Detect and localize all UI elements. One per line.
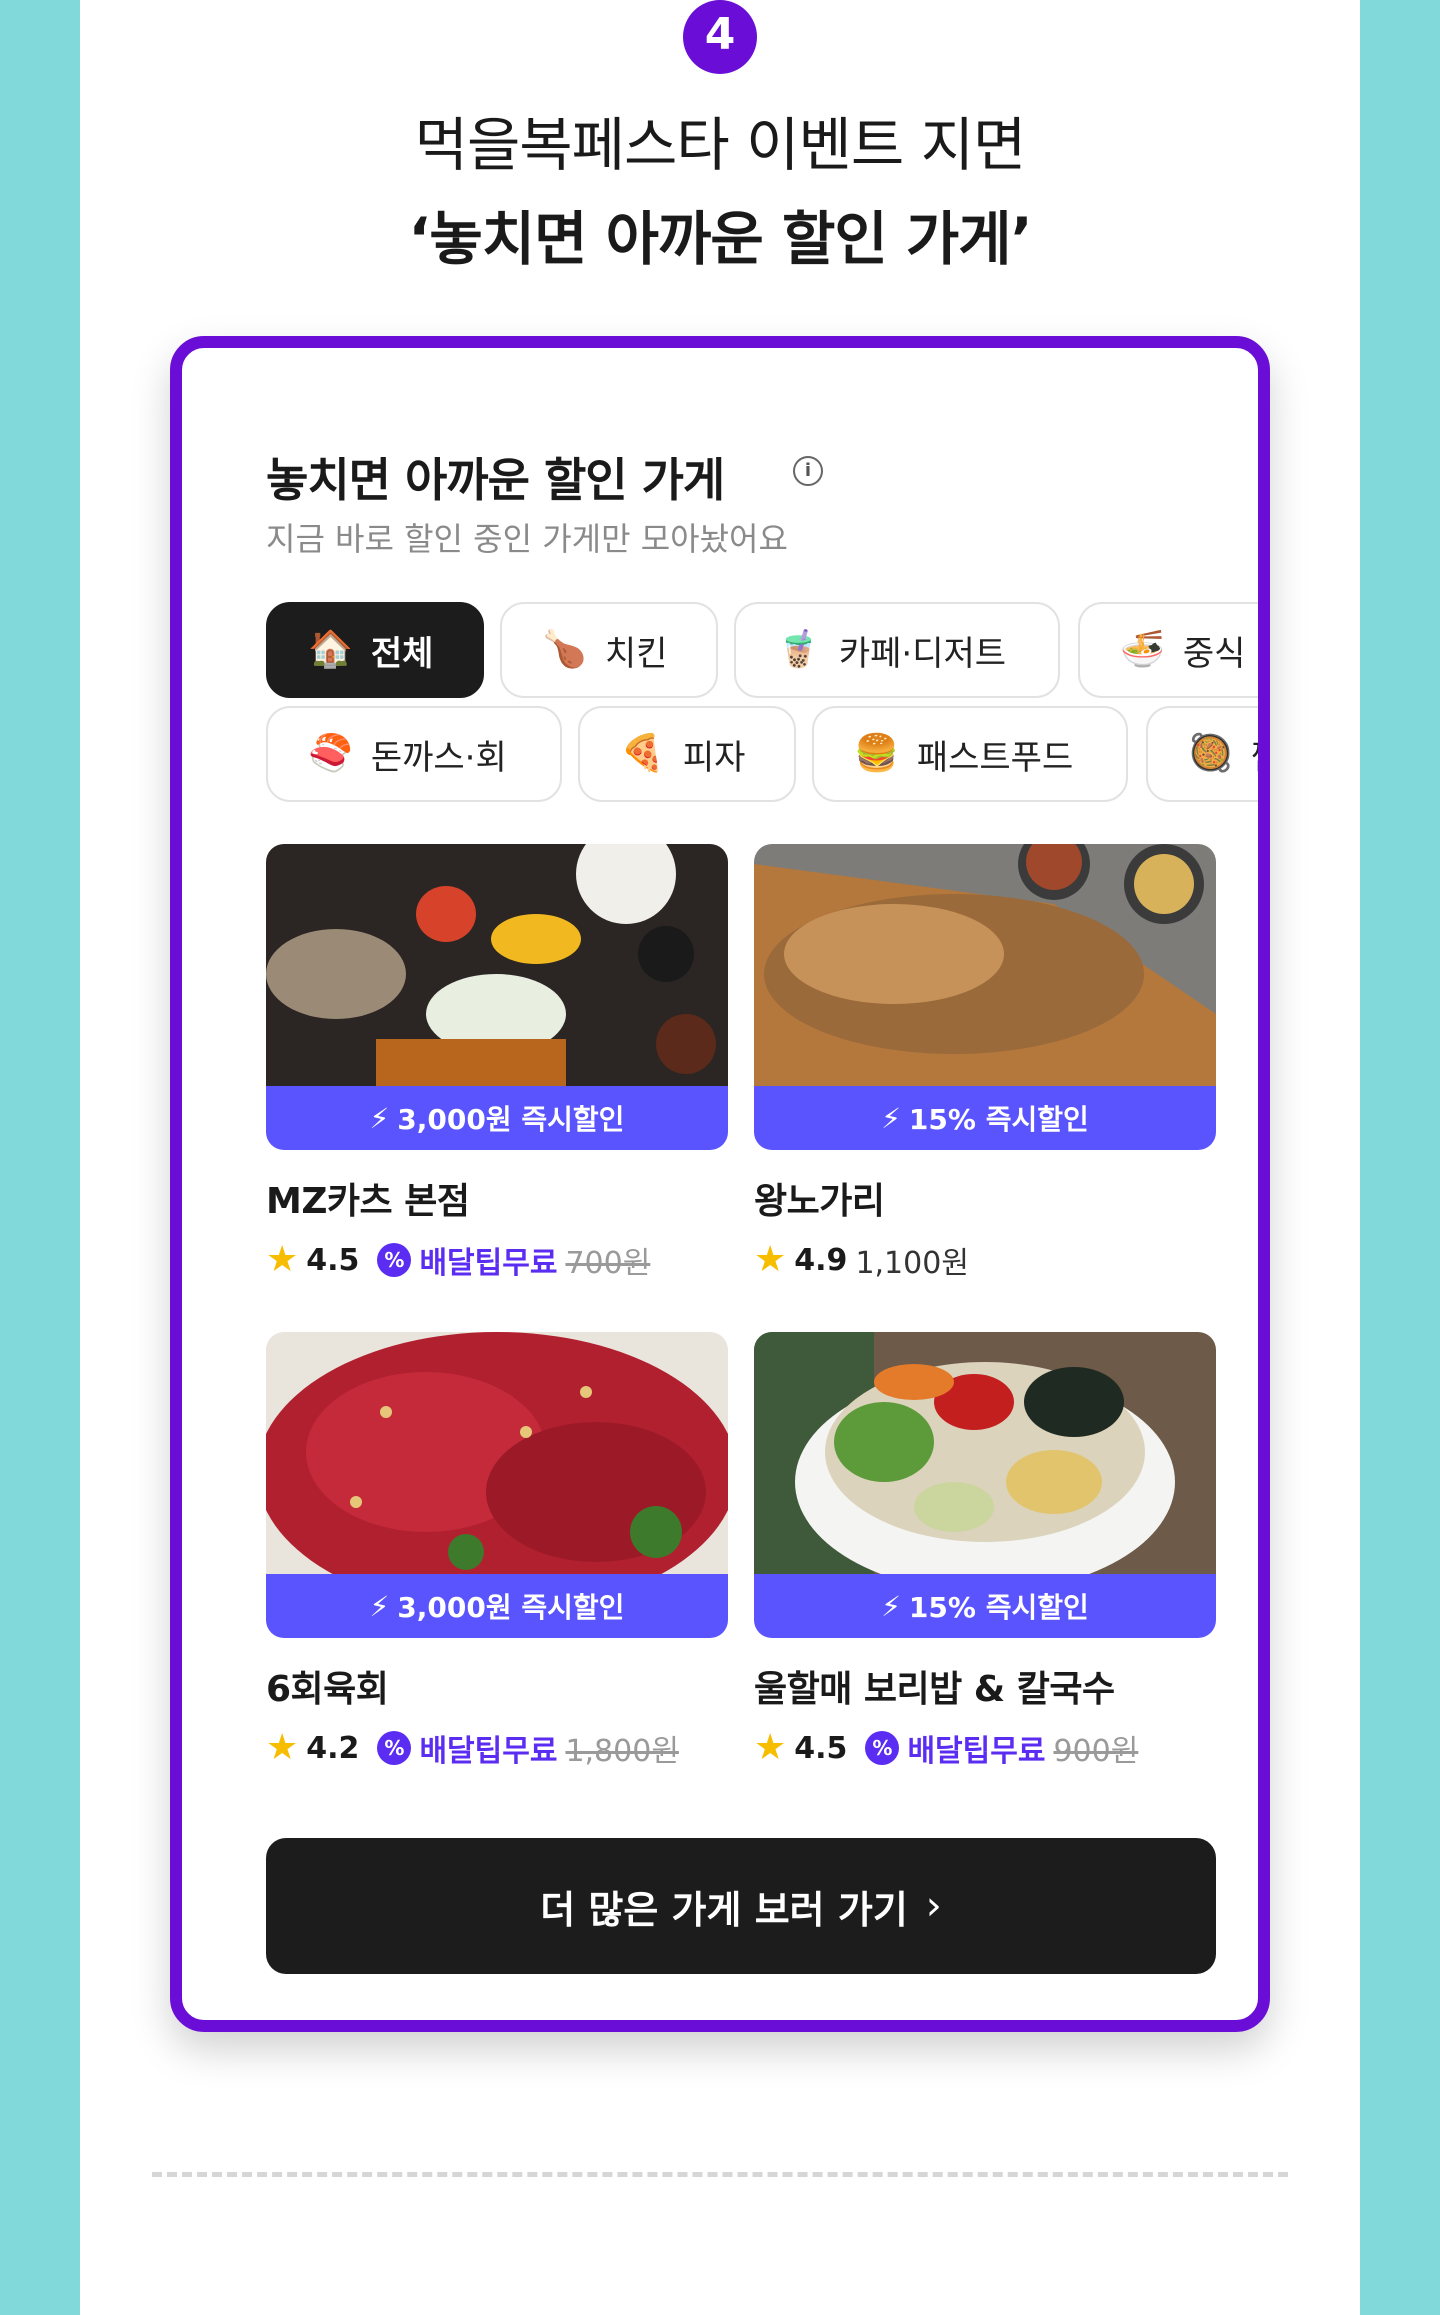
- stew-icon: 🥘: [1188, 733, 1233, 774]
- category-label: 피자: [682, 737, 746, 778]
- section-subtitle: 지금 바로 할인 중인 가게만 모아놨어요: [266, 520, 788, 558]
- home-icon: 🏠: [308, 629, 353, 670]
- katsu-photo: [266, 844, 728, 1088]
- deal-text: 15% 즉시할인: [908, 1103, 1089, 1136]
- chevron-right-icon: ›: [925, 1883, 942, 1929]
- delivery-fee: 1,100원: [855, 1246, 969, 1281]
- more-stores-label: 더 많은 가게 보러 가기: [540, 1887, 908, 1932]
- lightning-icon: ⚡: [881, 1589, 901, 1623]
- more-stores-button[interactable]: 더 많은 가게 보러 가기 ›: [266, 1838, 1216, 1974]
- step-badge: 4: [683, 0, 757, 74]
- category-chip-chicken[interactable]: 🍗 치킨: [500, 602, 718, 698]
- category-label: 카페·디저트: [838, 633, 1007, 674]
- store-meta: ★ 4.2 % 배달팁무료 1,800원: [266, 1726, 728, 1770]
- free-delivery-label: 배달팁무료: [419, 1246, 558, 1281]
- category-label: 찜: [1251, 730, 1258, 779]
- free-delivery-label: 배달팁무료: [419, 1734, 558, 1769]
- deal-bar: ⚡ 15% 즉시할인: [754, 1574, 1216, 1638]
- store-card[interactable]: ⚡ 3,000원 즉시할인 MZ카츠 본점 ★ 4.5 % 배달팁무료 700원: [266, 844, 728, 1282]
- chicken-icon: 🍗: [542, 629, 587, 670]
- category-label: 돈까스·회: [370, 737, 507, 778]
- original-fee: 900원: [1053, 1734, 1139, 1769]
- sushi-icon: 🍣: [308, 733, 353, 774]
- headline-line2: ‘놓치면 아까운 할인 가게’: [408, 205, 1032, 273]
- store-rating: 4.5: [794, 1730, 848, 1766]
- lightning-icon: ⚡: [881, 1101, 901, 1135]
- store-meta: ★ 4.5 % 배달팁무료 700원: [266, 1238, 728, 1282]
- category-chip-chinese[interactable]: 🍜 중식: [1078, 602, 1258, 698]
- store-card[interactable]: ⚡ 15% 즉시할인 울할매 보리밥 & 칼국수 ★ 4.5 % 배달팁무료 9…: [754, 1332, 1216, 1770]
- percent-badge-icon: %: [377, 1731, 412, 1765]
- store-image: ⚡ 15% 즉시할인: [754, 1332, 1216, 1638]
- star-icon: ★: [754, 1727, 787, 1768]
- store-image: ⚡ 15% 즉시할인: [754, 844, 1216, 1150]
- discount-store-card: 놓치면 아까운 할인 가게 i 지금 바로 할인 중인 가게만 모아놨어요 🏠 …: [170, 336, 1270, 2032]
- store-card[interactable]: ⚡ 3,000원 즉시할인 6회육회 ★ 4.2 % 배달팁무료 1,800원: [266, 1332, 728, 1770]
- info-icon[interactable]: i: [793, 456, 823, 486]
- nogari-photo: [754, 844, 1216, 1088]
- deal-text: 15% 즉시할인: [908, 1591, 1089, 1624]
- store-image: ⚡ 3,000원 즉시할인: [266, 1332, 728, 1638]
- category-chip-katsu[interactable]: 🍣 돈까스·회: [266, 706, 562, 802]
- original-fee: 1,800원: [565, 1734, 679, 1769]
- deal-bar: ⚡ 3,000원 즉시할인: [266, 1574, 728, 1638]
- store-name: 6회육회: [266, 1669, 389, 1710]
- category-chip-cafe[interactable]: 🧋 카페·디저트: [734, 602, 1060, 698]
- original-fee: 700원: [565, 1246, 651, 1281]
- star-icon: ★: [266, 1727, 299, 1768]
- category-chip-pizza[interactable]: 🍕 피자: [578, 706, 796, 802]
- lightning-icon: ⚡: [369, 1101, 390, 1135]
- store-name: 울할매 보리밥 & 칼국수: [754, 1669, 1115, 1710]
- deal-bar: ⚡ 15% 즉시할인: [754, 1086, 1216, 1150]
- category-chip-jjim[interactable]: 🥘 찜: [1146, 706, 1258, 802]
- deal-text: 3,000원 즉시할인: [397, 1591, 625, 1624]
- star-icon: ★: [754, 1239, 787, 1280]
- store-card[interactable]: ⚡ 15% 즉시할인 왕노가리 ★ 4.9 1,100원: [754, 844, 1216, 1282]
- bubble-tea-icon: 🧋: [776, 629, 821, 670]
- store-name: 왕노가리: [754, 1181, 885, 1222]
- category-label: 전체: [370, 633, 434, 674]
- category-label: 패스트푸드: [916, 737, 1074, 778]
- bibimbap-photo: [754, 1332, 1216, 1576]
- percent-badge-icon: %: [377, 1243, 412, 1277]
- store-image: ⚡ 3,000원 즉시할인: [266, 844, 728, 1150]
- store-rating: 4.2: [306, 1730, 360, 1766]
- star-icon: ★: [266, 1239, 299, 1280]
- category-chip-fastfood[interactable]: 🍔 패스트푸드: [812, 706, 1128, 802]
- store-meta: ★ 4.9 1,100원: [754, 1238, 1216, 1282]
- burger-icon: 🍔: [854, 733, 899, 774]
- dotted-divider: [152, 2172, 1288, 2177]
- free-delivery-label: 배달팁무료: [907, 1734, 1046, 1769]
- yukhoe-photo: [266, 1332, 728, 1576]
- store-rating: 4.9: [794, 1242, 848, 1278]
- category-label: 치킨: [604, 633, 668, 674]
- noodle-icon: 🍜: [1120, 629, 1165, 670]
- lightning-icon: ⚡: [369, 1589, 390, 1623]
- percent-badge-icon: %: [865, 1731, 900, 1765]
- deal-bar: ⚡ 3,000원 즉시할인: [266, 1086, 728, 1150]
- headline-line1: 먹을복페스타 이벤트 지면: [414, 111, 1027, 179]
- store-name: MZ카츠 본점: [266, 1181, 470, 1222]
- category-label: 중식: [1182, 633, 1246, 674]
- store-meta: ★ 4.5 % 배달팁무료 900원: [754, 1726, 1216, 1770]
- pizza-icon: 🍕: [620, 733, 665, 774]
- deal-text: 3,000원 즉시할인: [397, 1103, 625, 1136]
- store-rating: 4.5: [306, 1242, 360, 1278]
- section-title: 놓치면 아까운 할인 가게: [266, 453, 725, 507]
- category-chip-all[interactable]: 🏠 전체: [266, 602, 484, 698]
